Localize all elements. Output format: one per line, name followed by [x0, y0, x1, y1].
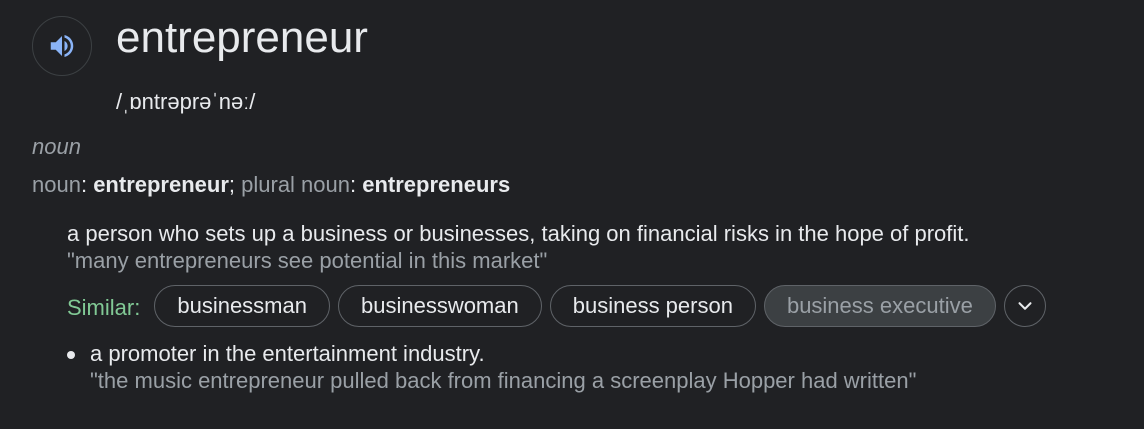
bullet-dot [67, 351, 75, 359]
similar-chip-businesswoman[interactable]: businesswoman [337, 285, 542, 327]
singular-form: entrepreneur [93, 172, 229, 197]
headword: entrepreneur [116, 13, 368, 62]
definition-1: a person who sets up a business or busin… [67, 221, 970, 246]
forms-semicolon: ; [228, 172, 242, 197]
definition-2: a promoter in the entertainment industry… [90, 341, 485, 366]
similar-words-row: Similar: businessman businesswoman busin… [67, 285, 1046, 327]
plural-label: plural noun [241, 172, 351, 197]
similar-chip-business-executive[interactable]: business executive [763, 285, 996, 327]
similar-chip-businessman[interactable]: businessman [154, 285, 330, 327]
expand-similar-button[interactable] [1003, 285, 1046, 327]
noun-label: noun [32, 172, 81, 197]
example-2: "the music entrepreneur pulled back from… [90, 368, 917, 393]
volume-icon [50, 35, 74, 57]
chevron-down-icon [1018, 302, 1032, 310]
phonetic-spelling: /ˌɒntrəprəˈnəː/ [116, 89, 256, 114]
part-of-speech: noun [32, 134, 81, 159]
similar-chip-business-person[interactable]: business person [549, 285, 756, 327]
word-forms: noun: entrepreneur; plural noun: entrepr… [32, 171, 510, 199]
plural-form: entrepreneurs [362, 172, 511, 197]
forms-separator: : [80, 172, 94, 197]
dictionary-card: entrepreneur /ˌɒntrəprəˈnəː/ noun noun: … [0, 0, 1144, 429]
example-1: "many entrepreneurs see potential in thi… [67, 248, 548, 273]
similar-label: Similar: [67, 295, 141, 320]
listen-button[interactable] [32, 16, 92, 76]
forms-separator-2: : [350, 172, 363, 197]
